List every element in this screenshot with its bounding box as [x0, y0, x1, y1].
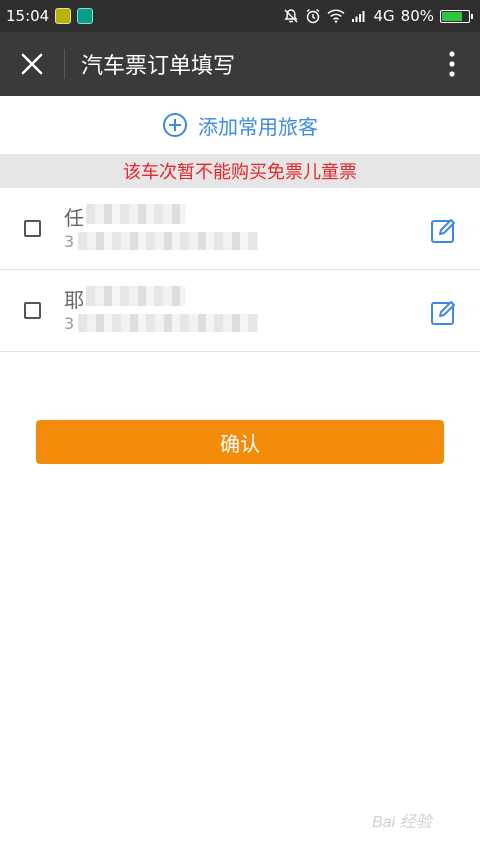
battery-fill [442, 11, 462, 21]
edit-passenger-icon[interactable] [430, 216, 458, 244]
signal-icon [352, 11, 365, 22]
child-ticket-notice: 该车次暂不能购买免票儿童票 [0, 154, 480, 188]
scanner-app-icon [77, 8, 94, 24]
notification-app-icon [55, 8, 72, 24]
battery-icon [440, 9, 473, 23]
page-title: 汽车票订单填写 [81, 54, 236, 79]
passenger-name: 耶 [64, 288, 84, 312]
baidu-watermark: Bai 经验 [372, 814, 432, 831]
blurred-id [78, 232, 258, 250]
close-button[interactable] [0, 32, 64, 96]
passenger-row[interactable]: 耶 3 [0, 270, 480, 352]
more-vertical-icon [449, 51, 455, 77]
add-passenger-button[interactable]: 添加常用旅客 [0, 96, 480, 154]
battery-percent: 80% [400, 7, 434, 25]
add-passenger-label: 添加常用旅客 [198, 114, 318, 139]
blurred-id [78, 314, 258, 332]
title-divider [64, 49, 65, 79]
network-type: 4G [373, 7, 395, 25]
confirm-button[interactable]: 确认 [36, 420, 444, 464]
notice-text: 该车次暂不能购买免票儿童票 [123, 162, 357, 183]
passenger-id-number: 3 [64, 232, 75, 251]
alarm-icon [307, 8, 320, 24]
passenger-id-number: 3 [64, 314, 75, 333]
mute-bell-icon [284, 9, 299, 23]
passenger-checkbox[interactable] [24, 302, 41, 319]
more-menu-button[interactable] [424, 32, 480, 96]
passenger-name: 任 [64, 206, 84, 230]
title-bar: 汽车票订单填写 [0, 32, 480, 96]
status-left: 15:04 [6, 7, 94, 25]
status-time: 15:04 [6, 7, 50, 25]
plus-circle-icon [163, 113, 187, 137]
blurred-name [86, 204, 186, 224]
passenger-checkbox[interactable] [24, 220, 41, 237]
status-bar: 15:04 4G 80% [0, 0, 480, 32]
wifi-icon [327, 9, 346, 23]
edit-passenger-icon[interactable] [430, 298, 458, 326]
status-right: 4G 80% [283, 7, 473, 25]
passenger-row[interactable]: 任 3 [0, 188, 480, 270]
close-icon [21, 53, 43, 75]
blurred-name [86, 286, 186, 306]
